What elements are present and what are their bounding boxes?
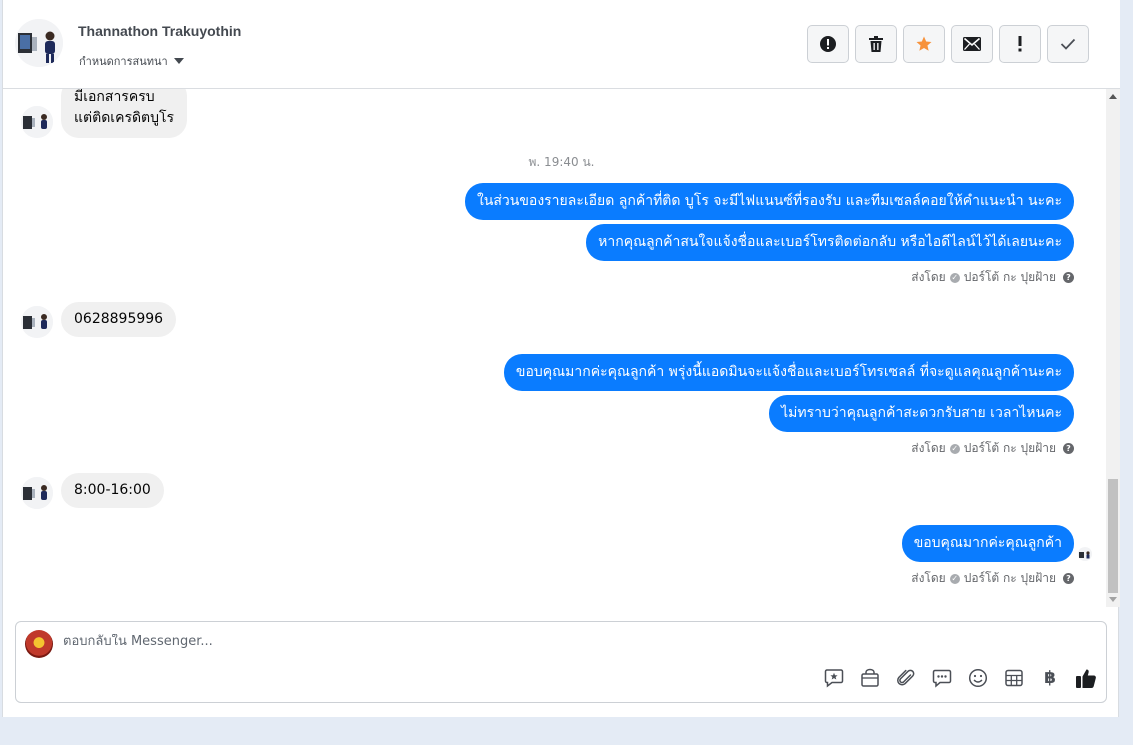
inbox-conversation-panel: Thannathon Trakuyothin กำหนดการสนทนา มีเ… [2, 0, 1120, 717]
exclamation-circle-icon [820, 36, 836, 52]
envelope-icon [963, 37, 981, 51]
sent-by-prefix: ส่งโดย [911, 270, 946, 284]
sent-by-prefix: ส่งโดย [911, 571, 946, 585]
incoming-message[interactable]: 8:00-16:00 [61, 473, 164, 508]
contact-avatar-small [21, 477, 53, 509]
table-button[interactable] [1002, 666, 1026, 690]
reply-composer: ฿ [15, 621, 1107, 703]
chat-bubble-icon [932, 669, 952, 688]
outgoing-message[interactable]: ไม่ทราบว่าคุณลูกค้าสะดวกรับสาย เวลาไหนคะ [769, 395, 1074, 432]
star-button[interactable] [903, 25, 945, 63]
sent-by-label: ส่งโดย ✓ ปอร์โต้ กะ ปุยฝ้าย ? [911, 569, 1074, 588]
emoji-button[interactable] [966, 666, 990, 690]
sender-badge-icon: ✓ [949, 573, 960, 584]
saved-reply-icon [824, 669, 844, 688]
star-icon [916, 36, 932, 51]
sender-badge-icon: ✓ [949, 272, 960, 283]
mark-unread-button[interactable] [951, 25, 993, 63]
outgoing-message[interactable]: ขอบคุณมากค่ะคุณลูกค้า พรุ่งนี้แอดมินจะแจ… [503, 354, 1074, 391]
sender-name: ปอร์โต้ กะ ปุยฝ้าย [963, 441, 1056, 455]
help-icon[interactable]: ? [1063, 272, 1074, 283]
sender-name: ปอร์โต้ กะ ปุยฝ้าย [963, 571, 1056, 585]
quick-reply-button[interactable] [930, 666, 954, 690]
sender-name: ปอร์โต้ กะ ปุยฝ้าย [963, 270, 1056, 284]
thread-scrollbar[interactable] [1106, 89, 1120, 607]
trash-icon [869, 36, 883, 52]
sent-by-prefix: ส่งโดย [911, 441, 946, 455]
like-button[interactable] [1074, 666, 1098, 690]
page-avatar [25, 630, 53, 658]
follow-up-button[interactable] [999, 25, 1041, 63]
scrollbar-thumb[interactable] [1108, 479, 1118, 593]
emoji-icon [968, 668, 988, 688]
contact-avatar-small [21, 106, 53, 138]
saved-reply-button[interactable] [822, 666, 846, 690]
exclamation-icon [1018, 36, 1022, 52]
check-icon [1060, 38, 1076, 50]
attachment-icon [897, 669, 915, 686]
outgoing-message[interactable]: ในส่วนของรายละเอียด ลูกค้าที่ติด บูโร จะ… [464, 183, 1074, 220]
contact-name[interactable]: Thannathon Trakuyothin [78, 23, 241, 39]
message-thread[interactable]: มีเอกสารครบ แต่ติดเครดิตบูโร พ. 19:40 น.… [3, 89, 1120, 607]
shop-button[interactable] [858, 666, 882, 690]
message-timestamp: พ. 19:40 น. [528, 155, 595, 169]
mark-done-button[interactable] [1047, 25, 1089, 63]
spam-button[interactable] [807, 25, 849, 63]
sender-badge-icon: ✓ [949, 443, 960, 454]
outgoing-message[interactable]: หากคุณลูกค้าสนใจแจ้งชื่อและเบอร์โทรติดต่… [586, 224, 1074, 261]
caret-down-icon [173, 58, 184, 64]
composer-toolbar: ฿ [822, 666, 1098, 690]
sent-by-label: ส่งโดย ✓ ปอร์โต้ กะ ปุยฝ้าย ? [911, 439, 1074, 458]
conversation-toolbar [807, 25, 1089, 63]
assign-label: กำหนดการสนทนา [79, 55, 168, 68]
scroll-down-arrow-icon[interactable] [1109, 597, 1117, 602]
reply-input[interactable] [63, 634, 763, 649]
sent-by-label: ส่งโดย ✓ ปอร์โต้ กะ ปุยฝ้าย ? [911, 268, 1074, 287]
assign-conversation-dropdown[interactable]: กำหนดการสนทนา [79, 52, 184, 70]
payment-button[interactable]: ฿ [1038, 666, 1062, 690]
scroll-up-arrow-icon[interactable] [1109, 94, 1117, 99]
shop-icon [861, 668, 879, 687]
contact-avatar[interactable] [15, 19, 63, 67]
incoming-message[interactable]: 0628895996 [61, 302, 177, 337]
attach-button[interactable] [894, 666, 918, 690]
incoming-message[interactable]: มีเอกสารครบ แต่ติดเครดิตบูโร [61, 89, 188, 138]
delete-button[interactable] [855, 25, 897, 63]
table-icon [1005, 669, 1023, 687]
help-icon[interactable]: ? [1063, 443, 1074, 454]
seen-receipt-avatar [1078, 547, 1092, 561]
help-icon[interactable]: ? [1063, 573, 1074, 584]
message-text: มีเอกสารครบ [74, 89, 155, 105]
outgoing-message[interactable]: ขอบคุณมากค่ะคุณลูกค้า [901, 525, 1074, 562]
message-text: แต่ติดเครดิตบูโร [74, 110, 175, 126]
conversation-header: Thannathon Trakuyothin กำหนดการสนทนา [3, 0, 1120, 89]
like-icon [1076, 669, 1096, 688]
contact-avatar-small [21, 306, 53, 338]
baht-icon: ฿ [1044, 668, 1056, 688]
